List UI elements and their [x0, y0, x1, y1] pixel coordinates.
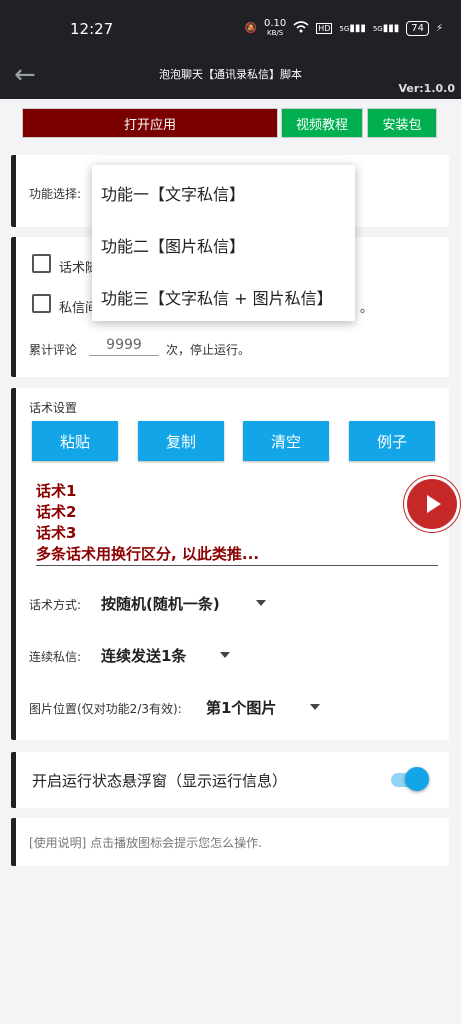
dropdown-item-function-1[interactable]: 功能一【文字私信】 [101, 181, 245, 205]
instructions-card: [使用说明] 点击播放图标会提示您怎么操作. [11, 818, 449, 866]
chevron-down-icon[interactable] [310, 704, 320, 710]
signal-icon: 5G▮▮▮ [339, 23, 366, 34]
script-settings-card: 话术设置 粘贴 复制 清空 例子 话术1 话术2 话术3 多条话术用换行区分, … [11, 388, 449, 740]
image-position-select[interactable]: 第1个图片 [206, 697, 276, 718]
example-button[interactable]: 例子 [349, 421, 435, 461]
top-toolbar: 打开应用 视频教程 安装包 [0, 108, 461, 140]
script-line: 话术3 [36, 524, 77, 542]
cumulative-suffix: 次，停止运行。 [166, 343, 251, 357]
cumulative-count-input[interactable]: 9999 [89, 337, 159, 356]
continuous-dm-select[interactable]: 连续发送1条 [101, 645, 186, 666]
app-title: 泡泡聊天【通讯录私信】脚本 [159, 68, 302, 81]
script-line: 话术2 [36, 503, 77, 521]
version-label: Ver:1.0.0 [398, 82, 455, 95]
script-mode-label: 话术方式: [29, 598, 82, 612]
battery-icon: 74 [406, 21, 429, 36]
wifi-icon [293, 21, 309, 36]
copy-button[interactable]: 复制 [138, 421, 224, 461]
video-tutorial-button[interactable]: 视频教程 [281, 108, 363, 138]
paste-button[interactable]: 粘贴 [32, 421, 118, 461]
app-bar: ← 泡泡聊天【通讯录私信】脚本 Ver:1.0.0 [0, 58, 461, 99]
script-textarea[interactable]: 话术1 话术2 话术3 多条话术用换行区分, 以此类推... [36, 481, 438, 566]
signal-icon-2: 5G▮▮▮ [372, 23, 400, 34]
open-app-button[interactable]: 打开应用 [22, 108, 278, 138]
floating-window-label: 开启运行状态悬浮窗（显示运行信息） [32, 772, 288, 790]
dm-interval-checkbox[interactable] [32, 294, 51, 313]
script-settings-title: 话术设置 [29, 401, 78, 415]
dm-interval-tail: 。 [360, 301, 374, 316]
instructions-text: [使用说明] 点击播放图标会提示您怎么操作. [29, 836, 262, 850]
random-script-checkbox[interactable] [32, 254, 51, 273]
mute-icon: 🔕 [244, 23, 257, 34]
dropdown-item-function-3[interactable]: 功能三【文字私信 + 图片私信】 [101, 285, 333, 309]
function-dropdown-menu: 功能一【文字私信】 功能二【图片私信】 功能三【文字私信 + 图片私信】 [92, 165, 355, 321]
continuous-dm-label: 连续私信: [29, 650, 82, 664]
image-position-label: 图片位置(仅对功能2/3有效): [29, 702, 182, 716]
play-button[interactable] [407, 479, 457, 529]
hd-icon: HD [316, 23, 333, 34]
status-bar: 12:27 🔕 0.10 KB/S HD 5G▮▮▮ 5G▮▮▮ 74 ⚡ [0, 0, 461, 58]
script-line: 多条话术用换行区分, 以此类推... [36, 545, 260, 563]
script-line: 话术1 [36, 482, 77, 500]
status-time: 12:27 [70, 20, 114, 38]
floating-window-toggle[interactable] [405, 767, 429, 791]
cumulative-prefix: 累计评论 [29, 343, 78, 357]
clear-button[interactable]: 清空 [243, 421, 329, 461]
charging-icon: ⚡ [435, 23, 443, 34]
play-icon [427, 495, 441, 513]
install-package-button[interactable]: 安装包 [367, 108, 437, 138]
status-icons: 🔕 0.10 KB/S HD 5G▮▮▮ 5G▮▮▮ 74 ⚡ [245, 19, 443, 38]
chevron-down-icon[interactable] [220, 652, 230, 658]
function-select-label: 功能选择: [29, 187, 82, 201]
chevron-down-icon[interactable] [256, 600, 266, 606]
dropdown-item-function-2[interactable]: 功能二【图片私信】 [101, 233, 245, 257]
net-speed: 0.10 KB/S [263, 18, 287, 38]
script-mode-select[interactable]: 按随机(随机一条) [101, 593, 220, 614]
floating-window-card: 开启运行状态悬浮窗（显示运行信息） [11, 752, 449, 808]
